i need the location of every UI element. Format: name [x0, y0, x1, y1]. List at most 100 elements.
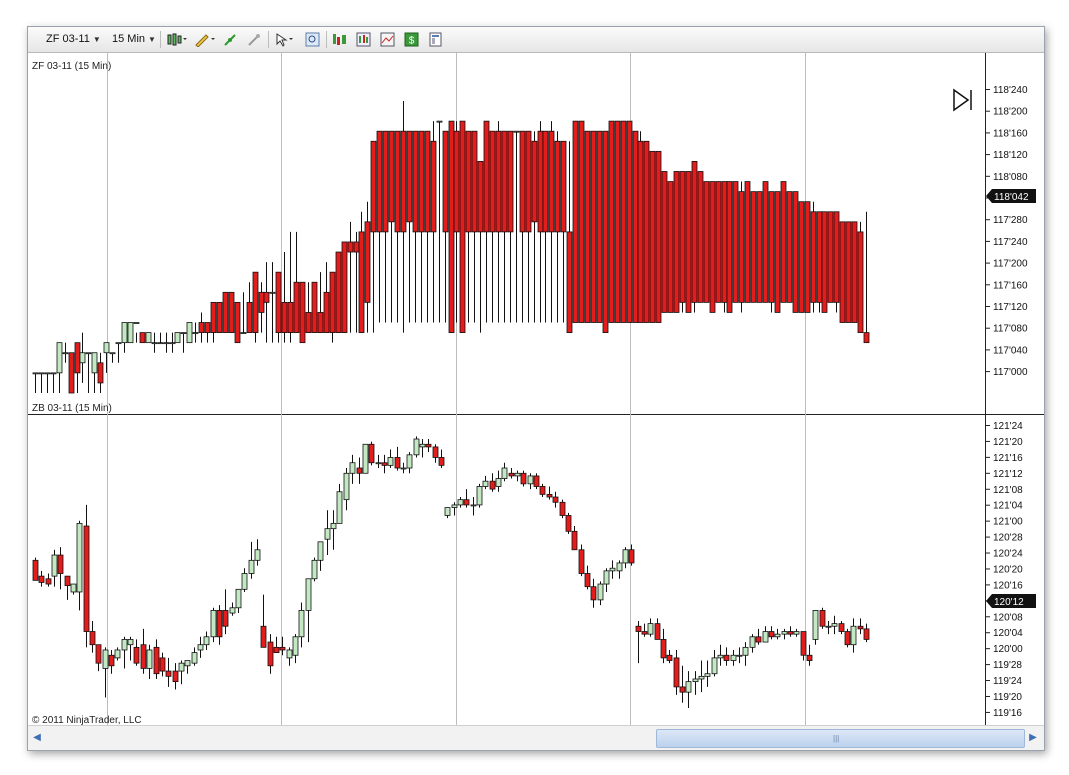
chevron-down-icon: ▼ [92, 35, 101, 44]
candle-down [578, 120, 585, 323]
candle-down [299, 281, 306, 344]
candle-down [697, 171, 704, 303]
candle-up [121, 639, 128, 651]
y-tick-label: 121'08 [993, 485, 1023, 496]
candle-down [198, 322, 205, 333]
candle-down [501, 130, 508, 233]
cursor-icon[interactable] [274, 32, 296, 47]
candle-down [133, 646, 140, 664]
candle-up [597, 583, 604, 601]
candle-down [341, 241, 348, 333]
svg-text:$: $ [409, 36, 415, 47]
play-to-end-icon[interactable] [953, 88, 972, 112]
candle-down [483, 120, 490, 233]
candle-down [679, 171, 686, 303]
y-tick-label: 117'040 [993, 345, 1028, 356]
candle-down [525, 130, 532, 233]
candle-up [514, 472, 521, 477]
candle-down [666, 654, 673, 661]
money-icon[interactable]: $ [404, 32, 419, 47]
candle-down [263, 291, 270, 303]
candle-up [286, 649, 293, 659]
candle-down [786, 191, 793, 303]
candle-down [744, 181, 751, 303]
candle-down [139, 332, 146, 344]
candle-down [329, 271, 336, 333]
candle-down [465, 130, 472, 233]
candle-down [323, 291, 330, 333]
candle-up [248, 559, 255, 574]
candle-up [476, 486, 483, 506]
strategies-icon[interactable] [247, 32, 262, 47]
y-tick-label: 118'200 [993, 107, 1028, 118]
candle-down [721, 181, 728, 303]
candle-up [698, 675, 705, 680]
chart-trader-icon[interactable] [332, 32, 347, 47]
candle-up [292, 636, 299, 656]
y-tick-label: 121'24 [993, 421, 1023, 432]
bar-type-icon[interactable] [166, 32, 188, 47]
toolbar-divider [326, 31, 327, 48]
zoom-icon[interactable] [305, 32, 320, 47]
candle-up [609, 567, 616, 572]
candle-down [519, 130, 526, 233]
candle-down [578, 549, 585, 574]
chart-properties-icon[interactable] [380, 32, 395, 47]
scroll-left-icon[interactable]: ◀ [30, 729, 44, 746]
candle-down [572, 120, 579, 323]
candle-down [602, 130, 609, 333]
chart-area[interactable]: 20:001/2720:001/2820:001/3120:002/120:00… [28, 53, 1044, 725]
last-price-label: 120'12 [994, 597, 1024, 608]
data-box-icon[interactable] [356, 32, 371, 47]
candle-down [172, 670, 179, 683]
candle-up [192, 332, 199, 334]
candle-down [643, 140, 650, 323]
candle-up [419, 443, 426, 448]
candle-down [685, 171, 692, 313]
y-tick-label: 117'160 [993, 280, 1028, 291]
scroll-right-icon[interactable]: ▶ [1026, 729, 1040, 746]
candle-down [38, 575, 45, 583]
candle-down [584, 130, 591, 323]
candle-up [127, 639, 134, 646]
candle-down [560, 140, 567, 233]
candle-down [844, 631, 851, 646]
y-tick-label: 117'120 [993, 302, 1028, 313]
candle-up [32, 372, 39, 375]
horizontal-scrollbar[interactable]: ◀ ||| ▶ [28, 725, 1044, 750]
y-tick-label: 119'16 [993, 708, 1022, 719]
indicators-icon[interactable] [223, 32, 238, 47]
candle-down [95, 644, 102, 664]
candle-down [838, 623, 845, 632]
candle-up [324, 528, 331, 540]
last-price-marker: 118'042 [986, 189, 1036, 203]
candle-up [711, 657, 718, 675]
candle-up [151, 342, 158, 345]
candle-up [70, 583, 77, 593]
candle-down [495, 130, 502, 233]
candle-down [153, 646, 160, 675]
candle-up [400, 467, 407, 470]
scroll-thumb[interactable]: ||| [656, 729, 1025, 748]
templates-icon[interactable] [428, 32, 443, 47]
instrument-selector[interactable]: ZF 03-11 ▼ [46, 31, 101, 48]
candle-down [798, 201, 805, 313]
candle-up [191, 652, 198, 664]
candle-down [210, 301, 217, 333]
candle-up [436, 120, 443, 123]
candle-down [252, 271, 259, 333]
candle-down [839, 221, 846, 323]
candle-down [542, 130, 549, 233]
candle-up [305, 578, 312, 611]
candle-up [178, 662, 185, 672]
candle-down [780, 181, 787, 303]
candle-down [412, 130, 419, 233]
candle-down [827, 211, 834, 303]
copyright-watermark: © 2011 NinjaTrader, LLC [32, 715, 142, 725]
interval-selector[interactable]: 15 Min ▼ [112, 31, 156, 48]
candle-down [204, 322, 211, 333]
candle-down [45, 578, 52, 585]
candle-down [356, 467, 363, 474]
y-tick-label: 121'20 [993, 437, 1023, 448]
drawing-tool-icon[interactable] [194, 32, 216, 47]
